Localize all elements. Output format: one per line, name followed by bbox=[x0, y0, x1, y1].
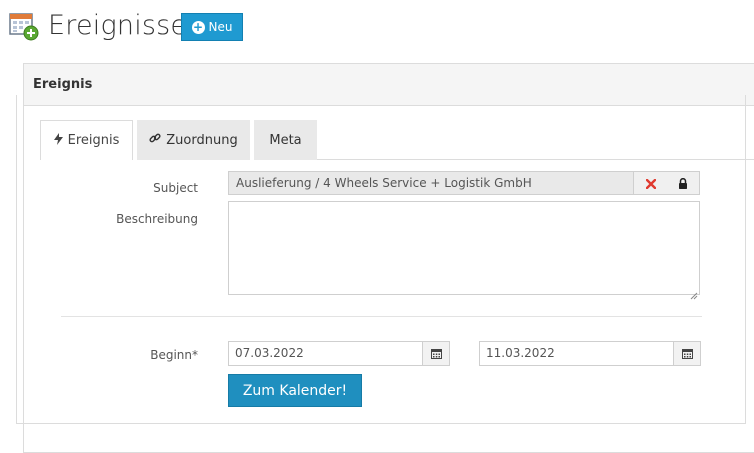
bolt-icon bbox=[53, 132, 63, 149]
calendar-icon bbox=[430, 344, 442, 363]
subject-label: Subject bbox=[153, 181, 198, 195]
lock-subject-button[interactable] bbox=[666, 171, 700, 195]
page-title: Ereignisse bbox=[48, 10, 188, 41]
description-textarea[interactable] bbox=[228, 201, 700, 300]
tab-bar: Ereignis Zuordnung Meta bbox=[40, 120, 754, 160]
end-date-input[interactable]: 11.03.2022 bbox=[479, 341, 674, 366]
begin-date-picker-button[interactable] bbox=[423, 341, 450, 366]
new-button[interactable]: + Neu bbox=[181, 13, 243, 41]
link-icon bbox=[149, 132, 161, 148]
resize-grip-icon[interactable] bbox=[690, 285, 698, 300]
new-button-label: Neu bbox=[208, 20, 233, 34]
subject-field: Auslieferung / 4 Wheels Service + Logist… bbox=[228, 171, 634, 195]
tab-ereignis-label: Ereignis bbox=[67, 133, 120, 148]
lock-icon bbox=[678, 174, 688, 193]
end-date-picker-button[interactable] bbox=[674, 341, 701, 366]
begin-date-input[interactable]: 07.03.2022 bbox=[228, 341, 423, 366]
tab-zuordnung[interactable]: Zuordnung bbox=[137, 120, 250, 160]
plus-circle-icon: + bbox=[191, 19, 205, 34]
tab-ereignis[interactable]: Ereignis bbox=[40, 120, 133, 160]
form-divider bbox=[61, 316, 702, 317]
tab-zuordnung-label: Zuordnung bbox=[166, 132, 238, 148]
calendar-add-icon bbox=[9, 11, 39, 41]
close-icon bbox=[645, 174, 656, 193]
description-label: Beschreibung bbox=[116, 212, 198, 226]
go-to-calendar-button[interactable]: Zum Kalender! bbox=[228, 374, 362, 407]
tab-meta-label: Meta bbox=[269, 132, 302, 148]
tab-meta[interactable]: Meta bbox=[254, 120, 317, 160]
clear-subject-button[interactable] bbox=[634, 171, 668, 195]
begin-label: Beginn* bbox=[150, 348, 198, 362]
calendar-icon bbox=[681, 344, 693, 363]
